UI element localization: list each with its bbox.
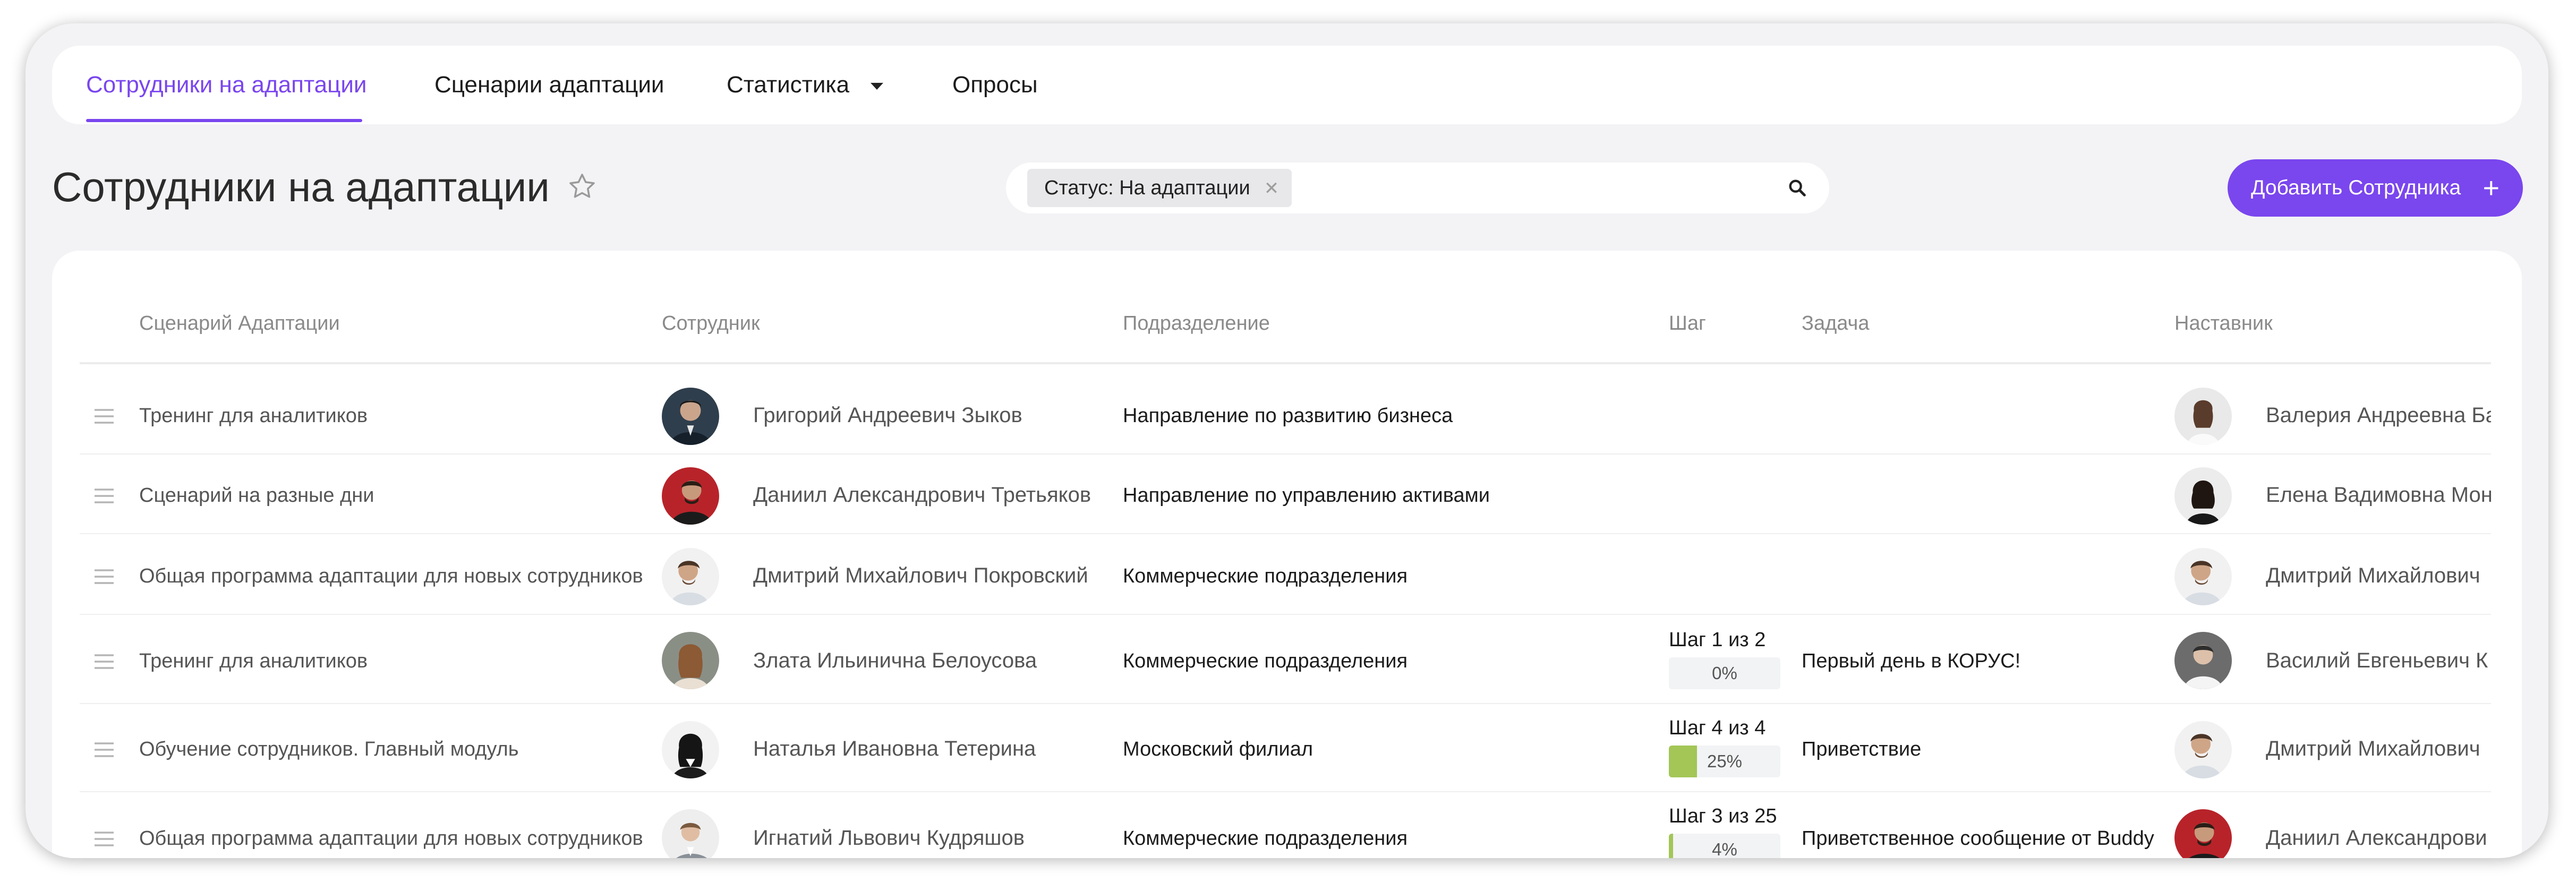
avatar[interactable] — [662, 721, 719, 778]
tab-adaptation-scenarios[interactable]: Сценарии адаптации — [434, 46, 664, 124]
cell-employee-name[interactable]: Григорий Андреевич Зыков — [753, 404, 1022, 427]
cell-scenario: Общая программа адаптации для новых сотр… — [139, 565, 643, 587]
drag-handle-icon[interactable] — [93, 408, 115, 425]
add-employee-label: Добавить Сотрудника — [2251, 176, 2461, 199]
avatar[interactable] — [662, 467, 719, 525]
column-header-employee[interactable]: Сотрудник — [662, 312, 760, 335]
filter-chip-label: Статус: На адаптации — [1044, 177, 1250, 199]
cell-department: Направление по развитию бизнеса — [1123, 405, 1453, 427]
cell-task[interactable]: Приветственное сообщение от Buddy — [1802, 827, 2154, 850]
avatar[interactable] — [2174, 632, 2232, 689]
tab-statistics-label: Статистика — [727, 72, 850, 98]
avatar[interactable] — [2174, 548, 2232, 605]
drag-handle-icon[interactable] — [93, 653, 115, 670]
avatar[interactable] — [662, 809, 719, 858]
cell-mentor-name[interactable]: Дмитрий Михайлович — [2266, 737, 2480, 761]
page-title: Сотрудники на адаптации — [52, 164, 550, 210]
cell-employee-name[interactable]: Наталья Ивановна Тетерина — [753, 737, 1036, 761]
tab-statistics[interactable]: Статистика — [727, 46, 884, 124]
active-tab-indicator — [86, 119, 362, 122]
tab-surveys[interactable]: Опросы — [952, 46, 1038, 124]
cell-department: Направление по управлению активами — [1123, 484, 1490, 507]
step-label: Шаг 3 из 25 — [1669, 805, 1777, 827]
step-label: Шаг 1 из 2 — [1669, 629, 1766, 651]
cell-task[interactable]: Приветствие — [1802, 738, 1921, 761]
step-progress-bar: 0% — [1669, 657, 1780, 689]
cell-mentor-name[interactable]: Елена Вадимовна Мон — [2266, 483, 2491, 507]
cell-employee-name[interactable]: Дмитрий Михайлович Покровский — [753, 564, 1088, 588]
avatar[interactable] — [662, 548, 719, 605]
row-divider — [80, 533, 2491, 534]
row-divider — [80, 453, 2491, 455]
column-header-mentor[interactable]: Наставник — [2174, 312, 2273, 335]
cell-department: Коммерческие подразделения — [1123, 650, 1408, 672]
cell-mentor-name[interactable]: Даниил Александрови — [2266, 826, 2487, 850]
add-employee-button[interactable]: Добавить Сотрудника + — [2228, 159, 2523, 217]
step-progress-bar: 25% — [1669, 746, 1780, 777]
avatar[interactable] — [662, 388, 719, 445]
cell-scenario: Общая программа адаптации для новых сотр… — [139, 827, 643, 850]
column-header-department[interactable]: Подразделение — [1123, 312, 1270, 335]
row-divider — [80, 703, 2491, 704]
row-divider — [80, 614, 2491, 615]
drag-handle-icon[interactable] — [93, 568, 115, 585]
avatar[interactable] — [2174, 809, 2232, 858]
avatar[interactable] — [2174, 467, 2232, 525]
column-header-task[interactable]: Задача — [1802, 312, 1870, 335]
chevron-down-icon — [871, 82, 884, 90]
progress-percent: 4% — [1712, 839, 1737, 858]
tab-employees-on-adaptation[interactable]: Сотрудники на адаптации — [86, 46, 366, 124]
avatar[interactable] — [2174, 388, 2232, 445]
drag-handle-icon[interactable] — [93, 741, 115, 758]
header-divider — [80, 362, 2491, 364]
cell-mentor-name[interactable]: Василий Евгеньевич К — [2266, 649, 2488, 673]
step-progress-bar: 4% — [1669, 834, 1780, 858]
cell-employee-name[interactable]: Злата Ильинична Белоусова — [753, 649, 1037, 673]
app-window: Сотрудники на адаптации Сценарии адаптац… — [25, 23, 2548, 858]
avatar[interactable] — [2174, 721, 2232, 778]
star-icon[interactable] — [566, 171, 598, 203]
cell-department: Коммерческие подразделения — [1123, 827, 1408, 850]
plus-icon: + — [2483, 172, 2500, 204]
search-bar[interactable]: Статус: На адаптации ✕ — [1006, 162, 1829, 213]
cell-employee-name[interactable]: Даниил Александрович Третьяков — [753, 483, 1091, 507]
column-header-scenario[interactable]: Сценарий Адаптации — [139, 312, 340, 335]
employees-table: Сценарий Адаптации Сотрудник Подразделен… — [52, 251, 2522, 858]
top-nav: Сотрудники на адаптации Сценарии адаптац… — [52, 46, 2522, 124]
drag-handle-icon[interactable] — [93, 830, 115, 847]
search-icon[interactable] — [1787, 177, 1808, 199]
cell-department: Коммерческие подразделения — [1123, 565, 1408, 587]
progress-percent: 0% — [1712, 663, 1737, 683]
cell-mentor-name[interactable]: Дмитрий Михайлович — [2266, 564, 2480, 588]
drag-handle-icon[interactable] — [93, 487, 115, 504]
cell-scenario: Тренинг для аналитиков — [139, 650, 368, 672]
avatar[interactable] — [662, 632, 719, 689]
cell-department: Московский филиал — [1123, 738, 1313, 760]
cell-scenario: Обучение сотрудников. Главный модуль — [139, 738, 519, 760]
cell-scenario: Сценарий на разные дни — [139, 484, 374, 507]
cell-task[interactable]: Первый день в КОРУС! — [1802, 650, 2020, 673]
progress-percent: 25% — [1707, 751, 1743, 771]
cell-scenario: Тренинг для аналитиков — [139, 405, 368, 427]
cell-mentor-name[interactable]: Валерия Андреевна Ба — [2266, 404, 2491, 427]
close-icon[interactable]: ✕ — [1264, 178, 1280, 199]
cell-employee-name[interactable]: Игнатий Львович Кудряшов — [753, 826, 1025, 850]
column-header-step[interactable]: Шаг — [1669, 312, 1706, 335]
status-filter-chip[interactable]: Статус: На адаптации ✕ — [1027, 169, 1292, 207]
row-divider — [80, 791, 2491, 792]
step-label: Шаг 4 из 4 — [1669, 717, 1766, 739]
